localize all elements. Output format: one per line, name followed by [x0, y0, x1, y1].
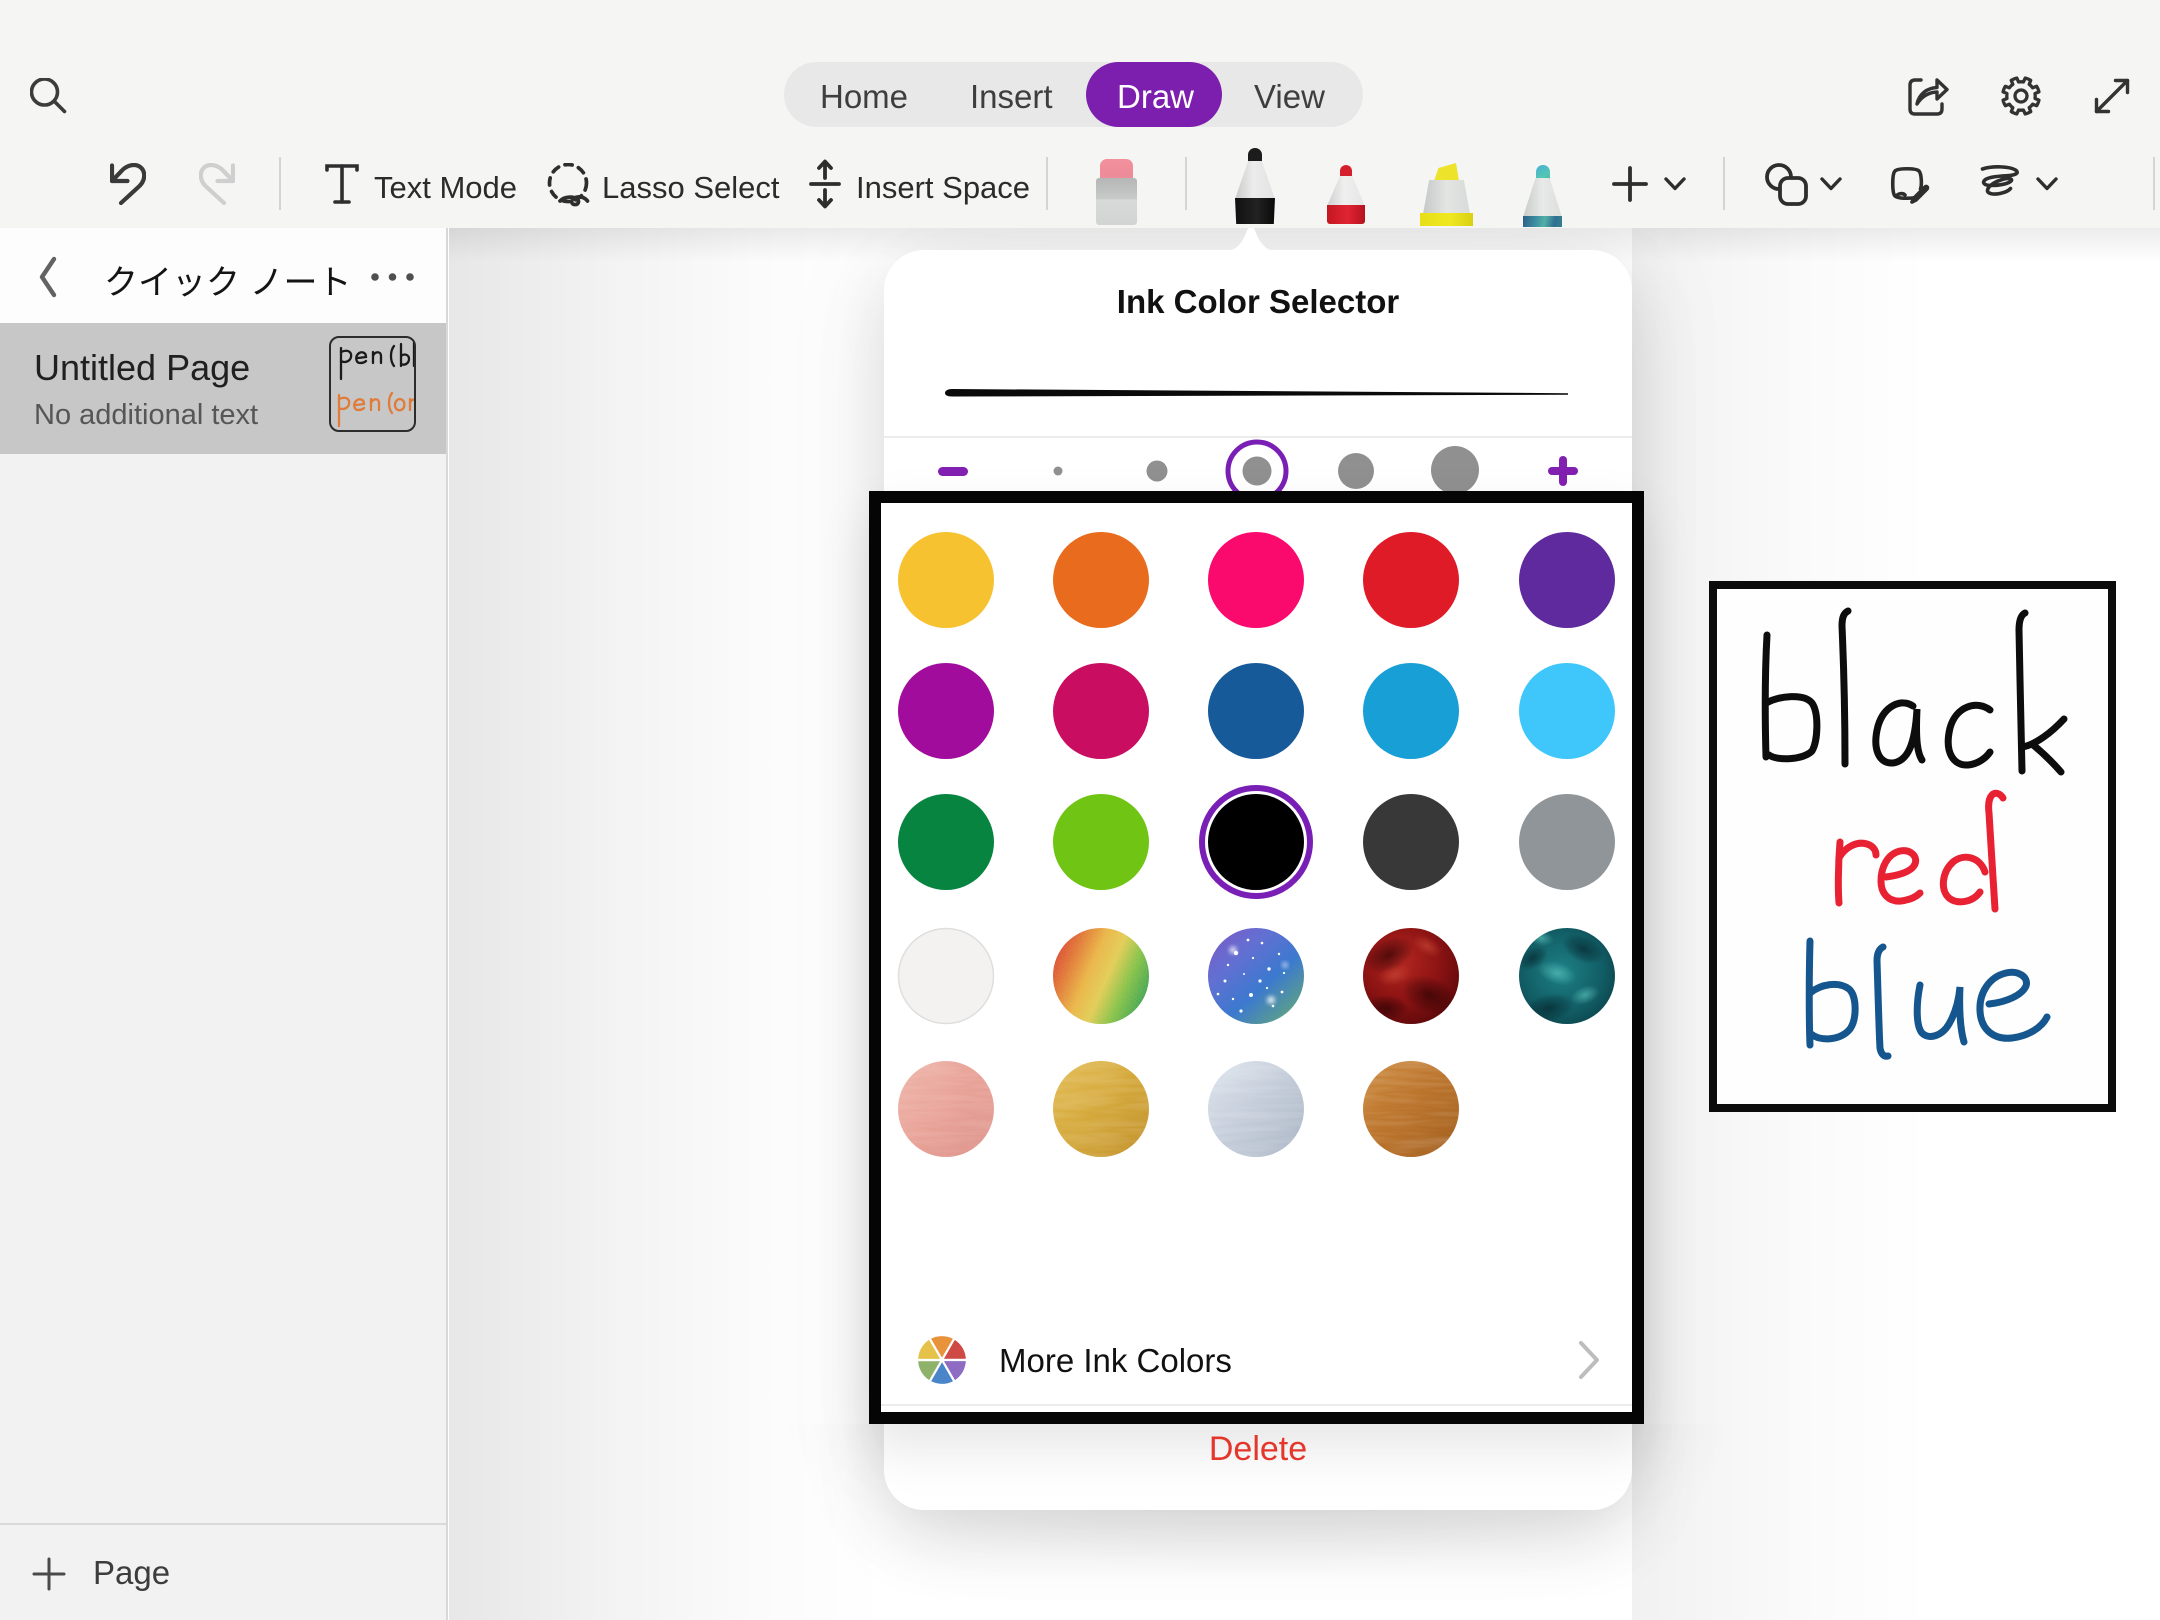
svg-text:More Ink Colors: More Ink Colors: [999, 1342, 1232, 1379]
